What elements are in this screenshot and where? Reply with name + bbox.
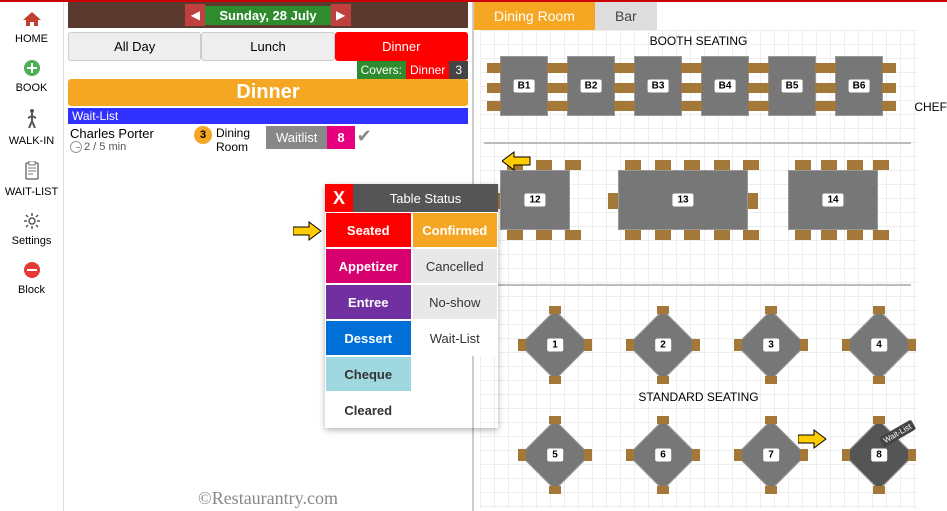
annotation-arrow-icon bbox=[798, 428, 828, 450]
chef-zone-label: CHEF bbox=[914, 100, 947, 114]
table-status-popup: X Table Status Seated Appetizer Entree D… bbox=[325, 184, 498, 428]
status-dessert[interactable]: Dessert bbox=[325, 320, 412, 356]
side-home[interactable]: HOME bbox=[0, 6, 63, 55]
status-tag[interactable]: Waitlist bbox=[266, 126, 327, 149]
meal-tabs: All Day Lunch Dinner bbox=[68, 32, 468, 61]
reservation-panel: ◀ Sunday, 28 July ▶ All Day Lunch Dinner… bbox=[64, 2, 472, 511]
diamond-table[interactable]: 3 bbox=[746, 320, 796, 370]
clock-icon bbox=[70, 141, 82, 153]
service-header: Dinner bbox=[68, 79, 468, 106]
covers-summary: Covers:Dinner3 bbox=[68, 63, 468, 77]
assigned-table[interactable]: 8 bbox=[327, 126, 354, 149]
covers-count: 3 bbox=[449, 61, 468, 79]
annotation-arrow-icon bbox=[293, 220, 323, 242]
rect-table[interactable]: 13 bbox=[618, 170, 748, 230]
room-label: Dining Room bbox=[216, 126, 266, 154]
side-home-label: HOME bbox=[15, 33, 48, 45]
standard-zone-label: STANDARD SEATING bbox=[480, 390, 917, 404]
diamond-table[interactable]: 1 bbox=[530, 320, 580, 370]
diamond-table[interactable]: 8Wait-List bbox=[854, 430, 904, 480]
status-noshow[interactable]: No-show bbox=[412, 284, 499, 320]
status-seated[interactable]: Seated bbox=[325, 212, 412, 248]
side-block[interactable]: Block bbox=[0, 257, 63, 306]
diamond-table[interactable]: 7 bbox=[746, 430, 796, 480]
rect-table[interactable]: 14 bbox=[788, 170, 878, 230]
plan-tab-dining[interactable]: Dining Room bbox=[474, 2, 595, 30]
diamond-table[interactable]: 2 bbox=[638, 320, 688, 370]
rect-table[interactable]: 12 bbox=[500, 170, 570, 230]
status-cancelled[interactable]: Cancelled bbox=[412, 248, 499, 284]
plan-tab-bar[interactable]: Bar bbox=[595, 2, 657, 30]
diamond-table[interactable]: 4 bbox=[854, 320, 904, 370]
wait-time: 2 / 5 min bbox=[84, 141, 126, 153]
status-cheque[interactable]: Cheque bbox=[325, 356, 412, 392]
close-popup-button[interactable]: X bbox=[325, 184, 353, 212]
side-settings[interactable]: Settings bbox=[0, 208, 63, 257]
status-waitlist[interactable]: Wait-List bbox=[412, 320, 499, 356]
booth-table[interactable]: B3 bbox=[634, 56, 682, 116]
meal-tab-allday[interactable]: All Day bbox=[68, 32, 201, 61]
covers-label: Covers: bbox=[357, 61, 406, 79]
booth-table[interactable]: B2 bbox=[567, 56, 615, 116]
side-book[interactable]: BOOK bbox=[0, 55, 63, 104]
watermark: ©Restaurantry.com bbox=[198, 488, 338, 509]
prev-date-button[interactable]: ◀ bbox=[185, 4, 205, 26]
minus-icon bbox=[0, 261, 63, 282]
side-walkin-label: WALK-IN bbox=[9, 135, 54, 147]
status-confirmed[interactable]: Confirmed bbox=[412, 212, 499, 248]
waitlist-section-header: Wait-List bbox=[68, 108, 468, 124]
floor-plan: Dining Room Bar CHEF BOOTH SEATING STAND… bbox=[472, 2, 947, 511]
status-cleared[interactable]: Cleared bbox=[325, 392, 412, 428]
guest-name: Charles Porter bbox=[70, 126, 190, 141]
next-date-button[interactable]: ▶ bbox=[331, 4, 351, 26]
booth-table[interactable]: B6 bbox=[835, 56, 883, 116]
booth-table[interactable]: B4 bbox=[701, 56, 749, 116]
side-waitlist[interactable]: WAIT-LIST bbox=[0, 157, 63, 208]
side-book-label: BOOK bbox=[16, 82, 48, 94]
plus-icon bbox=[0, 59, 63, 80]
meal-tab-dinner[interactable]: Dinner bbox=[335, 32, 468, 61]
status-entree[interactable]: Entree bbox=[325, 284, 412, 320]
party-size-badge: 3 bbox=[194, 126, 212, 144]
diamond-table[interactable]: 5 bbox=[530, 430, 580, 480]
walk-icon bbox=[0, 108, 63, 133]
gear-icon bbox=[0, 212, 63, 233]
meal-tab-lunch[interactable]: Lunch bbox=[201, 32, 334, 61]
clipboard-icon bbox=[0, 161, 63, 184]
confirm-check-icon[interactable]: ✔ bbox=[357, 126, 372, 147]
side-waitlist-label: WAIT-LIST bbox=[5, 186, 58, 198]
date-bar: ◀ Sunday, 28 July ▶ bbox=[68, 2, 468, 28]
side-walkin[interactable]: WALK-IN bbox=[0, 104, 63, 157]
side-block-label: Block bbox=[18, 284, 45, 296]
home-icon bbox=[0, 10, 63, 31]
covers-service: Dinner bbox=[406, 61, 449, 79]
sidebar: HOME BOOK WALK-IN WAIT-LIST Settings Blo… bbox=[0, 2, 64, 511]
booth-table[interactable]: B1 bbox=[500, 56, 548, 116]
booth-zone-label: BOOTH SEATING bbox=[480, 34, 917, 48]
current-date[interactable]: Sunday, 28 July bbox=[205, 6, 330, 25]
side-settings-label: Settings bbox=[12, 235, 52, 247]
annotation-arrow-icon bbox=[502, 150, 532, 172]
diamond-table[interactable]: 6 bbox=[638, 430, 688, 480]
status-appetizer[interactable]: Appetizer bbox=[325, 248, 412, 284]
reservation-row[interactable]: Charles Porter 2 / 5 min 3 Dining Room W… bbox=[70, 126, 466, 154]
booth-table[interactable]: B5 bbox=[768, 56, 816, 116]
popup-title: Table Status bbox=[353, 187, 498, 210]
